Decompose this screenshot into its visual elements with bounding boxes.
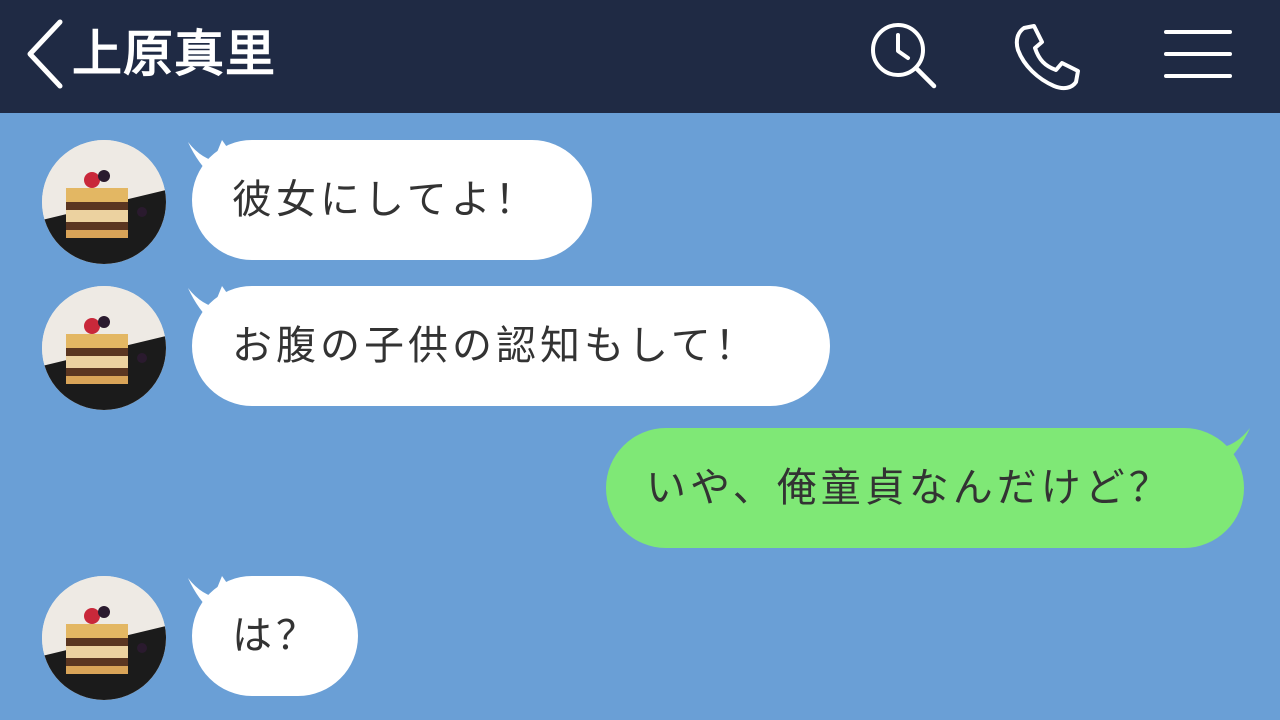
message-text: お腹の子供の認知もして！ [232,323,759,369]
cake-photo-avatar [42,576,166,700]
message-text: 彼女にしてよ！ [232,177,539,223]
message-bubble-incoming: お腹の子供の認知もして！ [192,286,830,406]
back-button[interactable] [22,18,72,90]
cake-photo-avatar [42,140,166,264]
chat-header: 上原真里 [0,0,1280,113]
phone-icon [1014,24,1080,91]
message-text: は？ [232,613,320,659]
contact-avatar[interactable] [42,576,166,700]
message-bubble-incoming: は？ [192,576,358,696]
call-button[interactable] [1010,20,1082,92]
contact-avatar[interactable] [42,286,166,410]
cake-photo-avatar [42,286,166,410]
message-text: いや、俺童貞なんだけど？ [646,465,1173,511]
contact-name: 上原真里 [72,25,276,83]
contact-avatar[interactable] [42,140,166,264]
search-button[interactable] [866,20,938,92]
message-bubble-incoming: 彼女にしてよ！ [192,140,592,260]
message-bubble-outgoing: いや、俺童貞なんだけど？ [606,428,1244,548]
menu-button[interactable] [1162,20,1234,92]
chevron-left-icon [27,19,63,89]
search-history-icon [871,23,937,89]
hamburger-menu-icon [1164,30,1232,78]
